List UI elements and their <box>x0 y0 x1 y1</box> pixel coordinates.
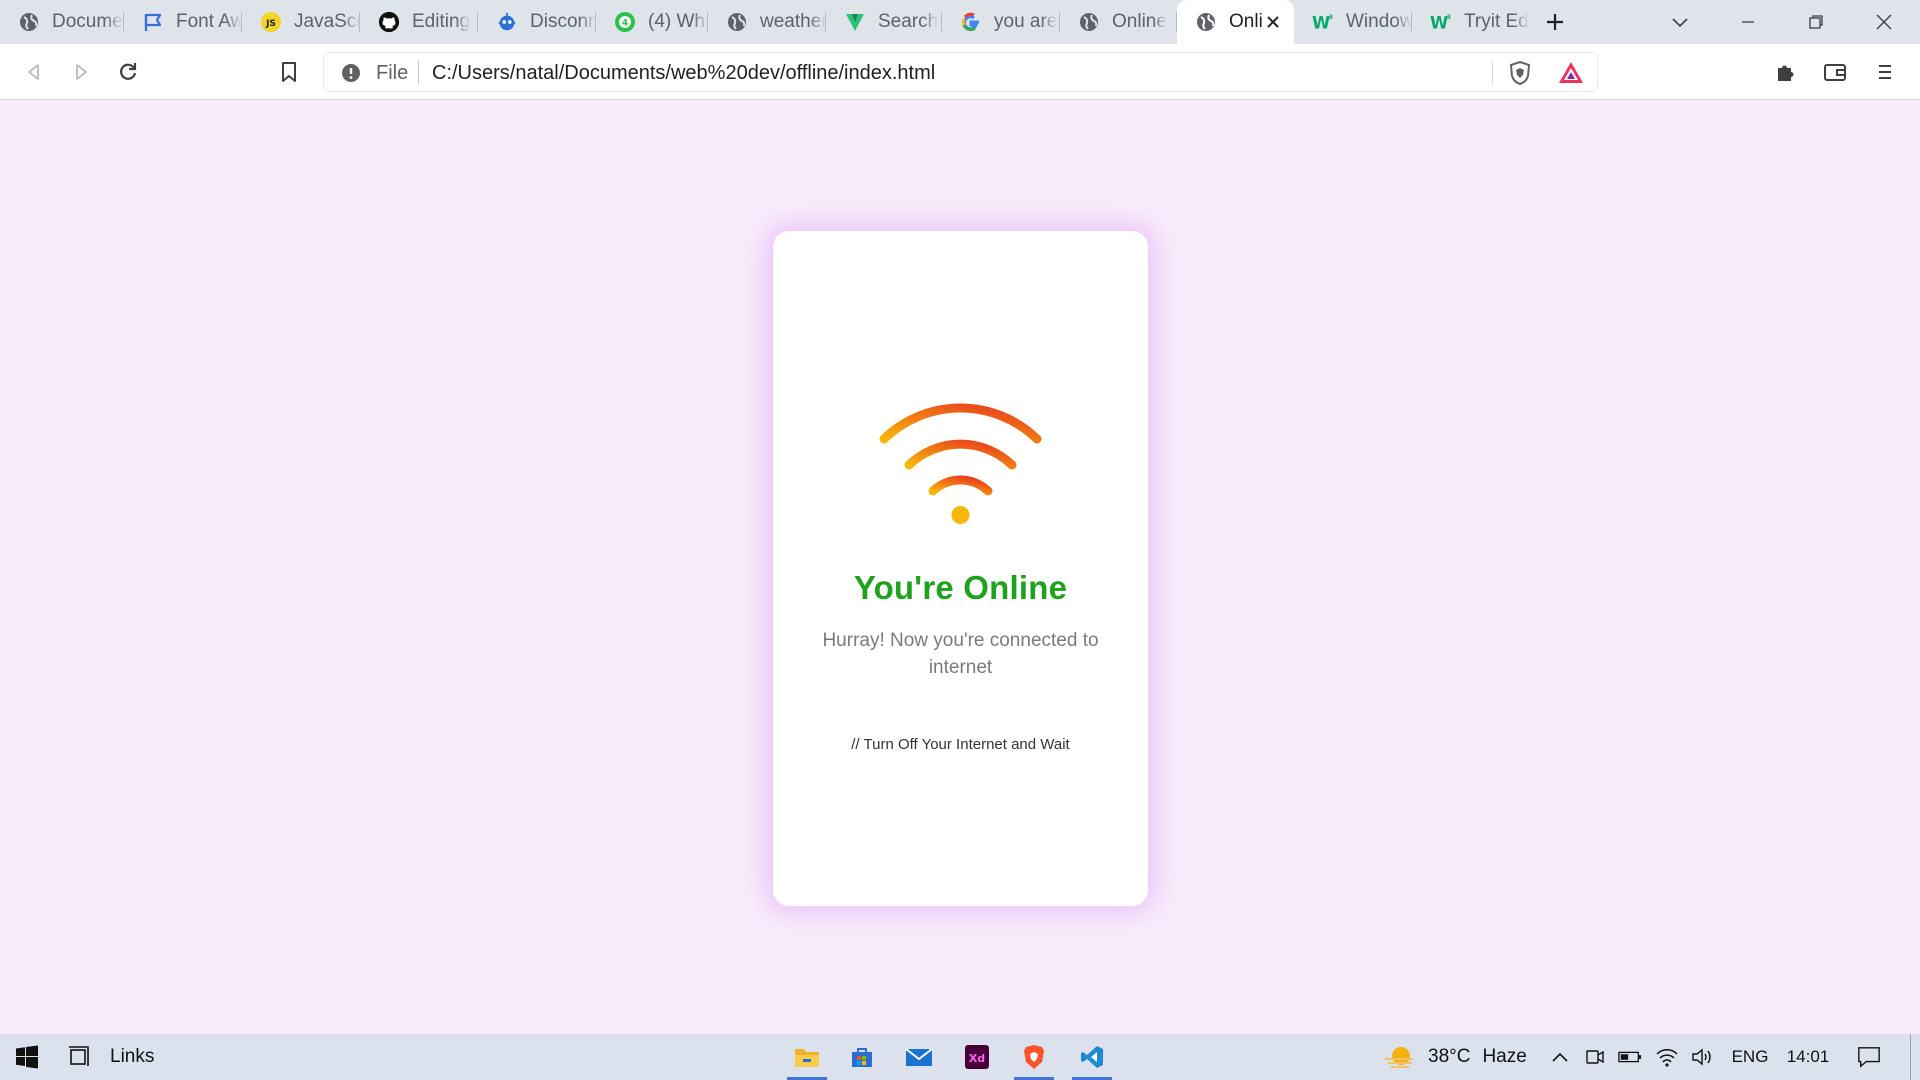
globe-icon <box>18 11 40 33</box>
globe-icon <box>726 11 748 33</box>
close-tab-icon[interactable] <box>1262 11 1284 33</box>
weather-condition: Haze <box>1482 1046 1527 1067</box>
show-desktop-button[interactable] <box>1910 1034 1911 1080</box>
svg-text:Xd: Xd <box>969 1052 985 1065</box>
whatsapp-icon: 4 <box>614 11 636 33</box>
bookmark-button[interactable] <box>274 57 304 87</box>
close-icon <box>1876 14 1892 30</box>
forward-arrow-icon <box>76 64 87 80</box>
restore-button[interactable] <box>1786 0 1846 44</box>
flag-icon <box>142 11 164 33</box>
back-arrow-icon <box>28 64 39 80</box>
weather-icon[interactable] <box>1382 1034 1418 1080</box>
task-view-button[interactable] <box>64 1034 98 1080</box>
tab-weather[interactable]: weather <box>708 0 826 44</box>
status-message: Hurray! Now you're connected to internet <box>822 630 1099 678</box>
adobe-xd-icon[interactable]: Xd <box>955 1034 999 1080</box>
puzzle-icon <box>1778 65 1794 81</box>
tab-search-dropdown-button[interactable] <box>1650 0 1710 44</box>
file-explorer-icon[interactable] <box>785 1034 829 1080</box>
w-logo-icon: W3 <box>1430 11 1452 33</box>
minimize-button[interactable] <box>1718 0 1778 44</box>
volume-icon[interactable] <box>1690 1045 1714 1069</box>
menu-button[interactable] <box>1870 57 1900 87</box>
wallet-button[interactable] <box>1820 57 1850 87</box>
globe-icon <box>1078 11 1100 33</box>
svg-text:3: 3 <box>1329 13 1333 21</box>
taskbar-links-toolbar[interactable]: Links <box>110 1034 170 1080</box>
battery-icon[interactable] <box>1618 1045 1642 1069</box>
svg-text:4: 4 <box>622 19 628 29</box>
tab-disconnected[interactable]: Disconn <box>478 0 596 44</box>
wifi-icon <box>879 403 1042 524</box>
forward-button[interactable] <box>66 57 96 87</box>
weather-temp: 38°C <box>1428 1046 1471 1067</box>
v-logo-icon <box>844 11 866 33</box>
weather-widget[interactable]: 38°C Haze <box>1428 1034 1538 1080</box>
clock[interactable]: 14:01 <box>1780 1034 1836 1080</box>
mail-icon[interactable] <box>897 1034 941 1080</box>
tab-docume[interactable]: Docume <box>0 0 124 44</box>
tab-windows[interactable]: W3 Window <box>1294 0 1412 44</box>
meet-now-icon[interactable] <box>1583 1045 1607 1069</box>
tab-online-active[interactable]: Onli <box>1177 0 1294 44</box>
bookmark-icon <box>282 62 296 82</box>
restore-icon <box>1809 15 1823 29</box>
hamburger-menu-icon <box>1879 65 1891 79</box>
extensions-button[interactable] <box>1770 57 1800 87</box>
input-language-indicator[interactable]: ENG <box>1725 1034 1775 1080</box>
reload-button[interactable] <box>113 57 143 87</box>
tab-search[interactable]: Search <box>826 0 942 44</box>
close-window-button[interactable] <box>1854 0 1914 44</box>
hint-text: // Turn Off Your Internet and Wait <box>851 736 1070 753</box>
tab-font-awesome[interactable]: Font Aw <box>124 0 242 44</box>
svg-text:JS: JS <box>265 19 276 29</box>
tab-whatsapp[interactable]: 4 (4) Wha <box>596 0 708 44</box>
chevron-down-icon <box>1672 18 1688 28</box>
task-view-icon <box>69 1046 89 1066</box>
robot-icon <box>496 11 518 33</box>
back-button[interactable] <box>19 57 49 87</box>
windows-logo-icon <box>16 1045 38 1069</box>
tab-github-editing[interactable]: Editing <box>360 0 478 44</box>
tab-strip: Docume Font Aw JS JavaScri Editing Disco… <box>0 0 1920 44</box>
svg-text:3: 3 <box>1447 13 1451 21</box>
microsoft-store-icon[interactable] <box>840 1034 884 1080</box>
start-button[interactable] <box>10 1034 44 1080</box>
plus-icon <box>1547 14 1563 30</box>
tab-tryit-editor[interactable]: W3 Tryit Ed <box>1412 0 1530 44</box>
chevron-up-icon[interactable] <box>1548 1045 1572 1069</box>
site-info-icon[interactable] <box>340 62 362 84</box>
new-tab-button[interactable] <box>1540 7 1570 37</box>
w-logo-icon: W3 <box>1312 11 1334 33</box>
address-bar[interactable]: File C:/Users/natal/Documents/web%20dev/… <box>323 52 1598 92</box>
wallet-icon <box>1824 64 1846 81</box>
url-scheme-label: File <box>376 62 409 84</box>
brave-icon[interactable] <box>1012 1034 1056 1080</box>
minimize-icon <box>1742 21 1754 23</box>
google-icon <box>960 11 982 33</box>
brave-rewards-icon[interactable] <box>1557 60 1585 86</box>
github-icon <box>378 11 400 33</box>
notification-center-icon[interactable] <box>1857 1045 1881 1069</box>
wifi-status-icon[interactable] <box>1655 1045 1679 1069</box>
tab-google[interactable]: you are <box>942 0 1060 44</box>
svg-text:W: W <box>1312 13 1330 32</box>
windows-taskbar: Links Xd 38°C Haze ENG 14:01 <box>0 1034 1920 1080</box>
url-text[interactable]: C:/Users/natal/Documents/web%20dev/offli… <box>432 62 935 85</box>
svg-text:W: W <box>1430 13 1448 32</box>
tab-javascript[interactable]: JS JavaScri <box>242 0 360 44</box>
browser-toolbar: File C:/Users/natal/Documents/web%20dev/… <box>0 44 1920 100</box>
status-card: You're Online Hurray! Now you're connect… <box>773 231 1148 906</box>
tab-online[interactable]: Online <box>1060 0 1177 44</box>
vscode-icon[interactable] <box>1070 1034 1114 1080</box>
js-badge-icon: JS <box>260 11 282 33</box>
globe-icon <box>1195 11 1217 33</box>
brave-shields-icon[interactable] <box>1507 60 1533 86</box>
reload-icon <box>120 63 137 80</box>
status-title: You're Online <box>853 569 1068 606</box>
